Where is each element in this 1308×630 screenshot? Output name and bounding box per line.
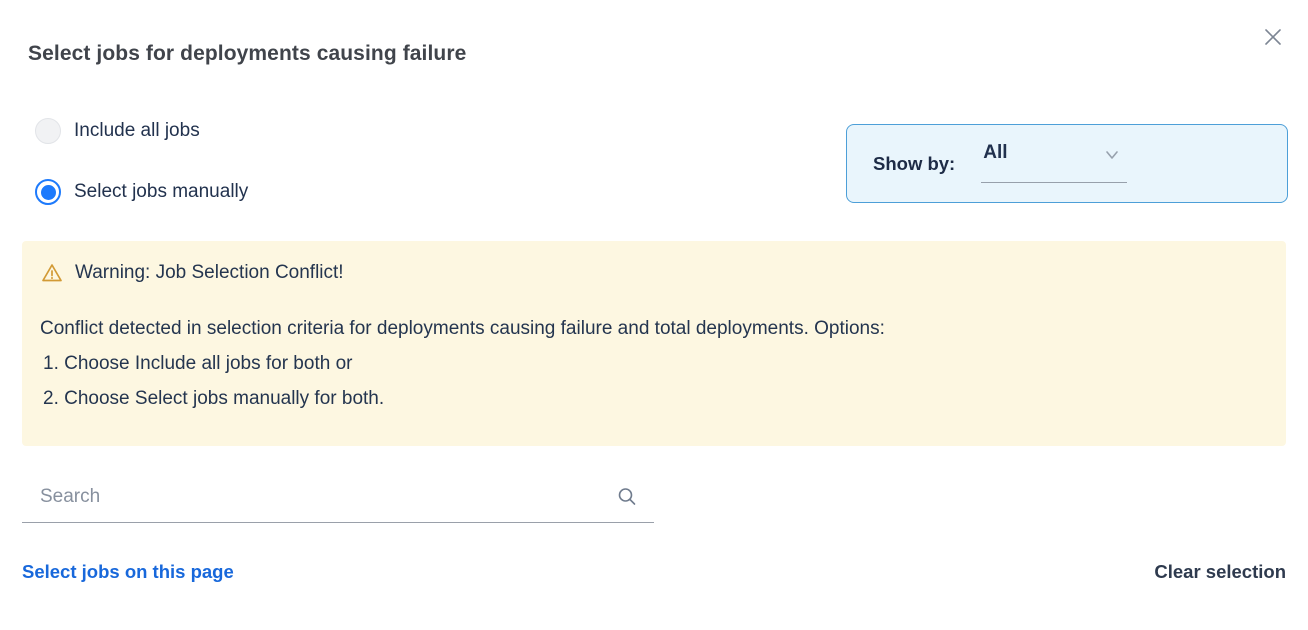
show-by-panel: Show by: All (846, 124, 1288, 203)
show-by-dropdown[interactable]: All (981, 148, 1127, 183)
close-button[interactable] (1258, 22, 1288, 52)
select-jobs-dialog: Select jobs for deployments causing fail… (0, 0, 1308, 630)
warning-title: Warning: Job Selection Conflict! (75, 262, 344, 284)
search-input[interactable] (40, 486, 560, 508)
dialog-title: Select jobs for deployments causing fail… (28, 42, 1280, 66)
warning-triangle-icon (40, 261, 64, 285)
radio-label: Include all jobs (74, 120, 200, 142)
radio-label: Select jobs manually (74, 181, 248, 203)
radio-include-all-jobs[interactable]: Include all jobs (35, 118, 248, 144)
radio-dot (41, 185, 56, 200)
show-by-selected-value: All (983, 142, 1007, 164)
show-by-label: Show by: (873, 153, 955, 175)
job-selection-radio-group: Include all jobs Select jobs manually (22, 118, 248, 205)
chevron-down-icon (1103, 146, 1121, 164)
warning-description: Conflict detected in selection criteria … (40, 311, 1268, 346)
dialog-header: Select jobs for deployments causing fail… (0, 0, 1308, 66)
options-row: Include all jobs Select jobs manually Sh… (0, 66, 1308, 205)
search-field (22, 486, 654, 523)
warning-title-row: Warning: Job Selection Conflict! (40, 261, 1268, 285)
warning-banner: Warning: Job Selection Conflict! Conflic… (22, 241, 1286, 446)
close-icon (1263, 27, 1283, 47)
search-icon (616, 486, 638, 508)
warning-options-list: 1. Choose Include all jobs for both or 2… (40, 346, 1268, 416)
radio-unselected-icon[interactable] (35, 118, 61, 144)
radio-selected-icon[interactable] (35, 179, 61, 205)
dialog-footer: Select jobs on this page Clear selection (22, 561, 1286, 583)
warning-option-1: 1. Choose Include all jobs for both or (40, 346, 1268, 381)
radio-select-jobs-manually[interactable]: Select jobs manually (35, 179, 248, 205)
warning-option-2: 2. Choose Select jobs manually for both. (40, 381, 1268, 416)
select-jobs-on-page-link[interactable]: Select jobs on this page (22, 561, 234, 583)
warning-body: Conflict detected in selection criteria … (40, 311, 1268, 416)
clear-selection-button[interactable]: Clear selection (1154, 561, 1286, 583)
